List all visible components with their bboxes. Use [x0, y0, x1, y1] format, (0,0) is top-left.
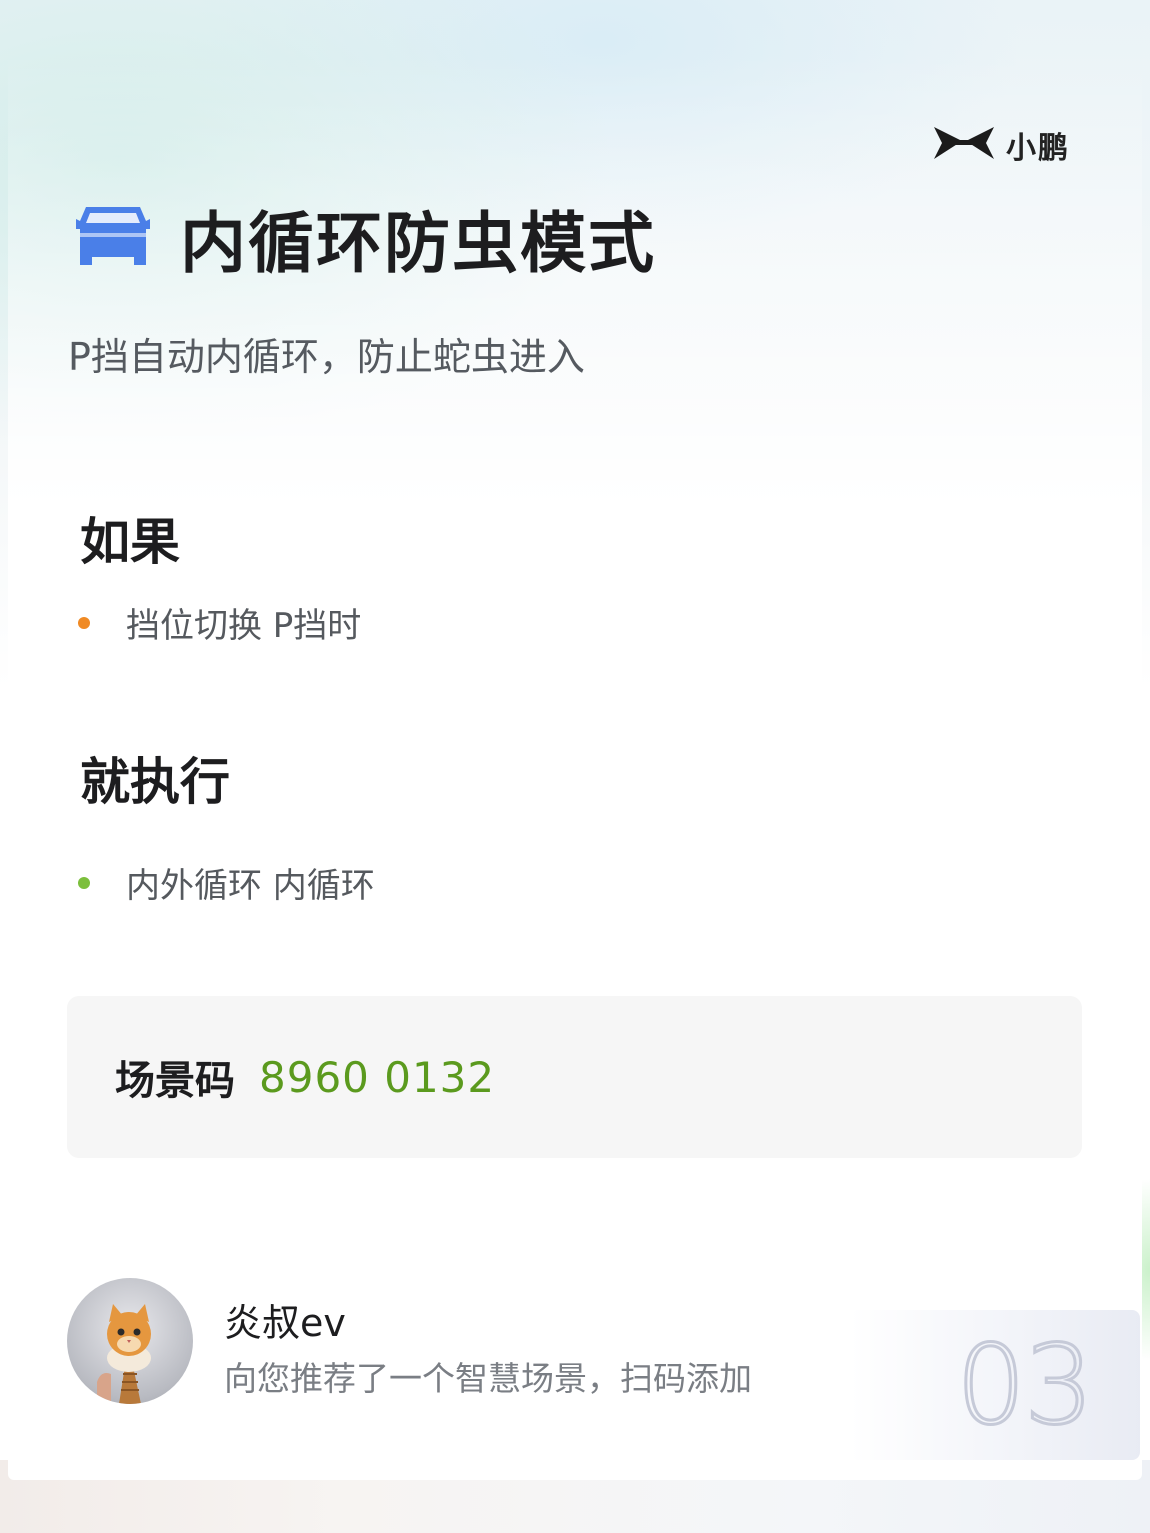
page-number-text: 03 [955, 1320, 1096, 1451]
orange-bullet-icon [78, 616, 90, 629]
title-row: 内循环防虫模式 [76, 198, 656, 282]
then-heading: 就执行 [80, 753, 230, 811]
if-heading: 如果 [80, 513, 180, 571]
brand-logo: 小鹏 [932, 124, 1070, 166]
xpeng-logo-icon [932, 125, 996, 165]
if-condition-item: 挡位切换 P挡时 [78, 598, 361, 647]
green-bullet-icon [78, 876, 90, 889]
recommend-text: 向您推荐了一个智慧场景，扫码添加 [224, 1359, 752, 1398]
scene-code-box[interactable]: 场景码 8960 0132 [67, 996, 1082, 1158]
author-name: 炎叔ev [224, 1301, 346, 1345]
avatar[interactable] [67, 1278, 193, 1404]
page-subtitle: P挡自动内循环，防止蛇虫进入 [68, 335, 585, 379]
page-number: 03 [850, 1310, 1140, 1460]
cat-avatar [97, 1304, 151, 1404]
then-action-text: 内外循环 内循环 [126, 866, 375, 906]
car-icon [76, 205, 150, 271]
page-title: 内循环防虫模式 [180, 205, 656, 282]
scene-code-value[interactable]: 8960 0132 [259, 1053, 495, 1102]
then-action-item: 内外循环 内循环 [78, 858, 375, 907]
scene-code-label: 场景码 [115, 1058, 235, 1104]
brand-name: 小鹏 [1006, 131, 1070, 166]
if-condition-text: 挡位切换 P挡时 [126, 606, 362, 646]
